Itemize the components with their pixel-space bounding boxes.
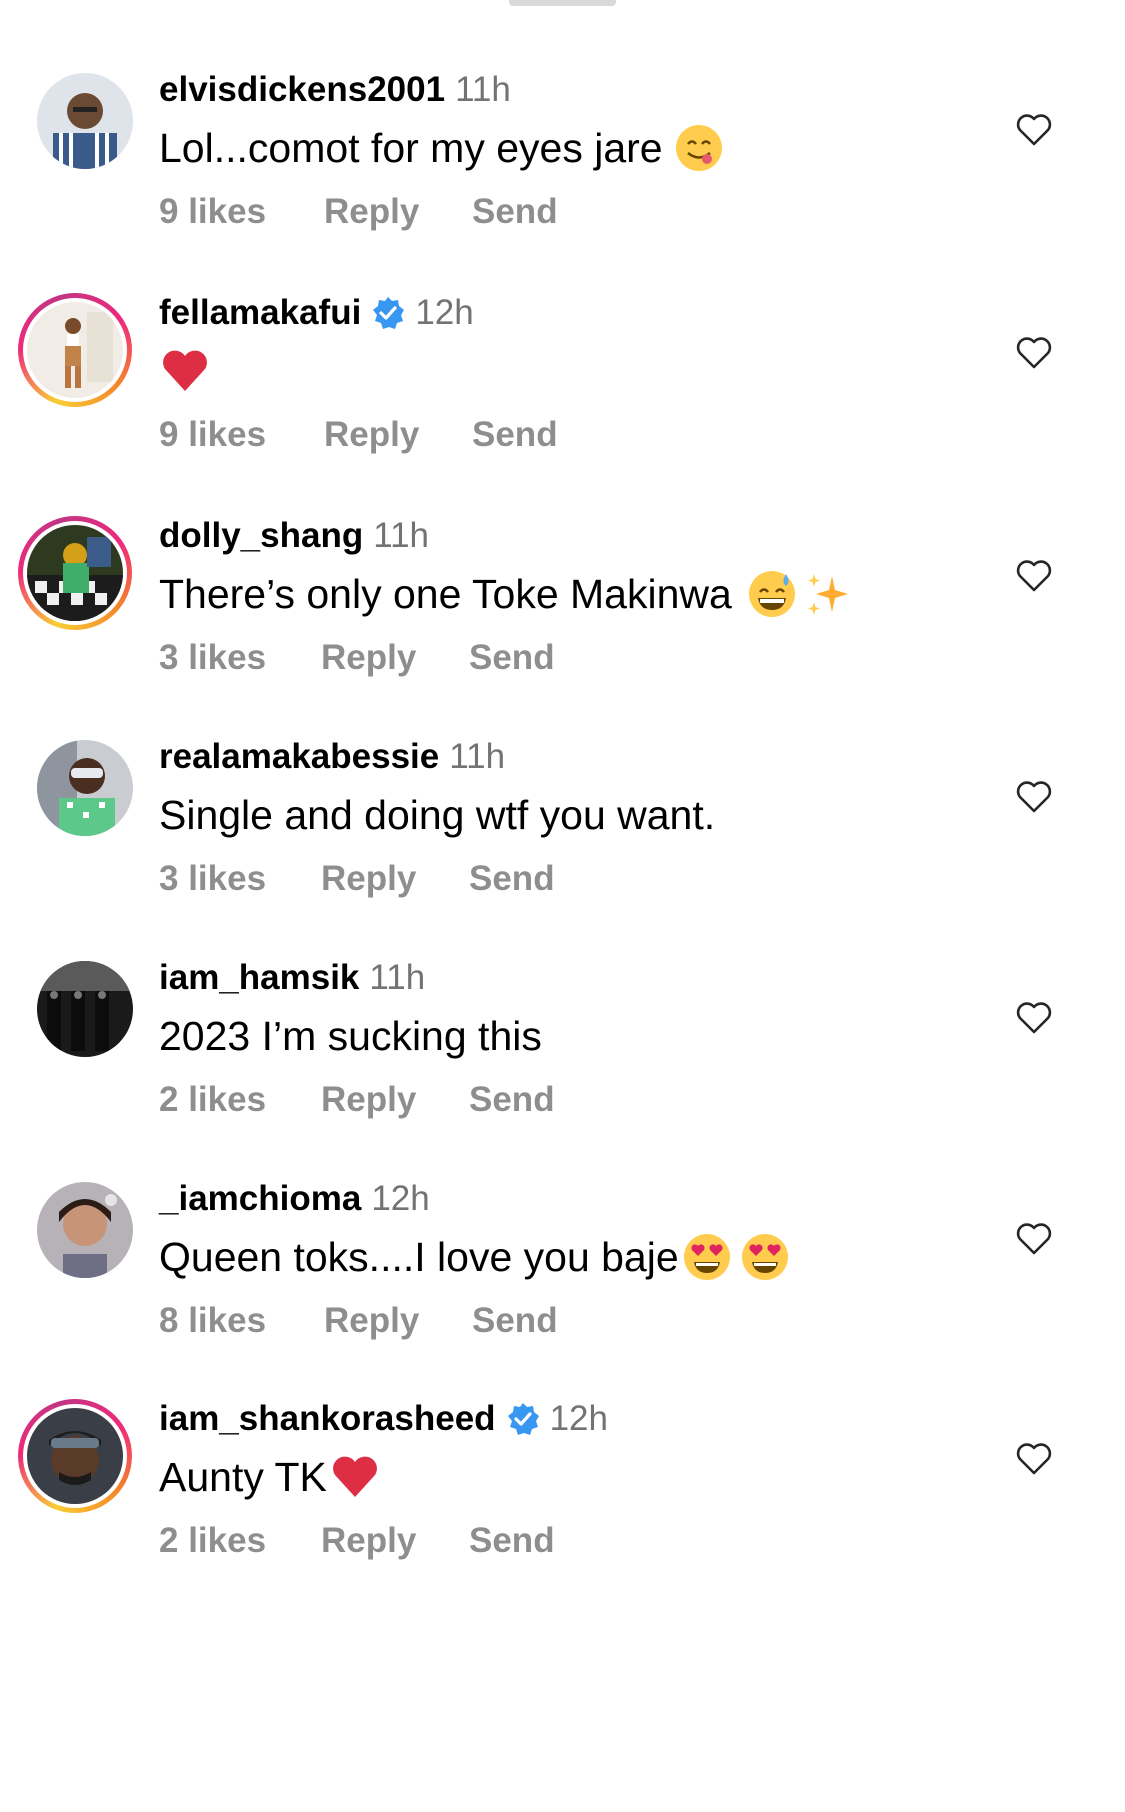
comment-username[interactable]: elvisdickens2001 <box>159 70 445 110</box>
verified-badge-icon <box>371 296 405 330</box>
comment-username[interactable]: iam_shankorasheed <box>159 1399 496 1439</box>
comment-actions: 2 likes Reply Send <box>159 1080 555 1120</box>
avatar[interactable] <box>37 73 133 169</box>
comment-text-line <box>159 345 211 397</box>
like-heart-icon[interactable] <box>1014 110 1054 150</box>
comment-text: Queen toks....I love you baje <box>159 1234 679 1280</box>
avatar[interactable] <box>37 961 133 1057</box>
comment-text-line: There’s only one Toke Makinwa <box>159 568 854 620</box>
comment-text-line: Lol...comot for my eyes jare <box>159 122 725 174</box>
avatar[interactable] <box>18 1399 132 1513</box>
likes-count[interactable]: 9 likes <box>159 415 324 455</box>
comment-time: 12h <box>371 1179 430 1218</box>
drag-handle[interactable] <box>509 0 616 6</box>
comment-actions: 2 likes Reply Send <box>159 1521 555 1561</box>
send-button[interactable]: Send <box>472 192 558 232</box>
like-heart-icon[interactable] <box>1014 998 1054 1038</box>
comment-text-line: Aunty TK <box>159 1451 381 1503</box>
avatar[interactable] <box>37 740 133 836</box>
comment-username[interactable]: iam_hamsik <box>159 958 359 998</box>
comment-item: _iamchioma 12h Queen toks....I love you … <box>0 1179 1125 1399</box>
send-button[interactable]: Send <box>472 415 558 455</box>
likes-count[interactable]: 3 likes <box>159 859 321 899</box>
likes-count[interactable]: 9 likes <box>159 192 324 232</box>
comment-text: There’s only one Toke Makinwa <box>159 571 732 617</box>
send-button[interactable]: Send <box>472 1301 558 1341</box>
like-heart-icon[interactable] <box>1014 333 1054 373</box>
comment-item: dolly_shang 11h There’s only one Toke Ma… <box>0 516 1125 736</box>
like-heart-icon[interactable] <box>1014 1439 1054 1479</box>
comment-actions: 8 likes Reply Send <box>159 1301 558 1341</box>
avatar[interactable] <box>37 1182 133 1278</box>
comment-time: 11h <box>373 516 430 555</box>
comment-item: iam_shankorasheed 12h Aunty TK 2 likes R… <box>0 1399 1125 1619</box>
reply-button[interactable]: Reply <box>321 1080 469 1120</box>
likes-count[interactable]: 2 likes <box>159 1521 321 1561</box>
send-button[interactable]: Send <box>469 1521 555 1561</box>
red-heart-emoji-icon <box>159 345 211 397</box>
comment-text: Lol...comot for my eyes jare <box>159 125 663 171</box>
like-heart-icon[interactable] <box>1014 777 1054 817</box>
comment-username[interactable]: _iamchioma <box>159 1179 361 1219</box>
comment-text-line: Single and doing wtf you want. <box>159 789 715 841</box>
send-button[interactable]: Send <box>469 638 555 678</box>
comment-actions: 9 likes Reply Send <box>159 415 558 455</box>
comment-header: dolly_shang 11h <box>159 516 429 556</box>
reply-button[interactable]: Reply <box>324 1301 472 1341</box>
comment-actions: 3 likes Reply Send <box>159 638 555 678</box>
send-button[interactable]: Send <box>469 859 555 899</box>
avatar[interactable] <box>18 293 132 407</box>
red-heart-emoji-icon <box>329 1451 381 1503</box>
comment-item: realamakabessie 11h Single and doing wtf… <box>0 737 1125 957</box>
heart-eyes-face-emoji-icon <box>739 1231 791 1283</box>
send-button[interactable]: Send <box>469 1080 555 1120</box>
comment-time: 11h <box>369 958 426 997</box>
reply-button[interactable]: Reply <box>321 1521 469 1561</box>
comment-header: realamakabessie 11h <box>159 737 505 777</box>
comment-item: elvisdickens2001 11h Lol...comot for my … <box>0 70 1125 290</box>
comment-actions: 9 likes Reply Send <box>159 192 558 232</box>
comment-time: 11h <box>455 70 511 109</box>
comment-header: _iamchioma 12h <box>159 1179 430 1219</box>
yum-face-emoji-icon <box>673 122 725 174</box>
comment-text-line: 2023 I’m sucking this <box>159 1010 542 1062</box>
likes-count[interactable]: 8 likes <box>159 1301 324 1341</box>
like-heart-icon[interactable] <box>1014 556 1054 596</box>
comment-time: 12h <box>415 293 474 332</box>
comment-time: 11h <box>449 737 506 776</box>
likes-count[interactable]: 3 likes <box>159 638 321 678</box>
reply-button[interactable]: Reply <box>324 192 472 232</box>
verified-badge-icon <box>506 1402 540 1436</box>
comment-username[interactable]: fellamakafui <box>159 293 361 333</box>
comment-text: Aunty TK <box>159 1454 327 1500</box>
comment-header: fellamakafui 12h <box>159 293 474 333</box>
like-heart-icon[interactable] <box>1014 1219 1054 1259</box>
comment-header: iam_shankorasheed 12h <box>159 1399 608 1439</box>
heart-eyes-face-emoji-icon <box>681 1231 733 1283</box>
comment-header: elvisdickens2001 11h <box>159 70 511 110</box>
grinning-sweat-face-emoji-icon <box>746 568 798 620</box>
likes-count[interactable]: 2 likes <box>159 1080 321 1120</box>
reply-button[interactable]: Reply <box>321 638 469 678</box>
comment-time: 12h <box>549 1399 608 1438</box>
comment-text-line: Queen toks....I love you baje <box>159 1231 791 1283</box>
comment-text: 2023 I’m sucking this <box>159 1013 542 1059</box>
comment-text: Single and doing wtf you want. <box>159 792 716 838</box>
comment-item: iam_hamsik 11h 2023 I’m sucking this 2 l… <box>0 958 1125 1178</box>
comment-item: fellamakafui 12h 9 likes Reply Send <box>0 293 1125 513</box>
comment-actions: 3 likes Reply Send <box>159 859 555 899</box>
comment-header: iam_hamsik 11h <box>159 958 425 998</box>
comment-username[interactable]: dolly_shang <box>159 516 363 556</box>
comment-username[interactable]: realamakabessie <box>159 737 439 777</box>
reply-button[interactable]: Reply <box>321 859 469 899</box>
reply-button[interactable]: Reply <box>324 415 472 455</box>
sparkles-emoji-icon <box>802 568 854 620</box>
avatar[interactable] <box>18 516 132 630</box>
